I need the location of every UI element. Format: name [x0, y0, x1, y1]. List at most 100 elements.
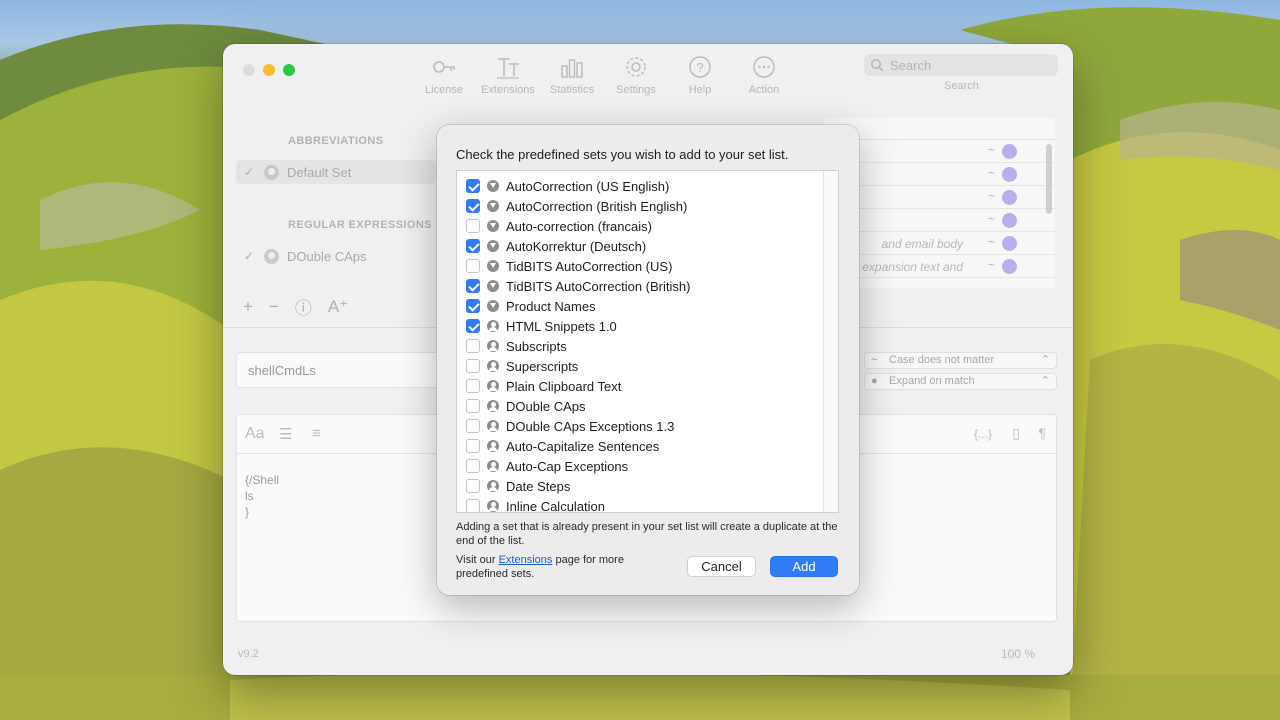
list-item[interactable]: Inline Calculation: [466, 496, 605, 512]
list-item[interactable]: AutoCorrection (US English): [466, 176, 669, 196]
list-item[interactable]: Date Steps: [466, 476, 570, 496]
set-checkbox[interactable]: [466, 339, 480, 353]
set-name: Plain Clipboard Text: [506, 378, 622, 394]
regex-icon[interactable]: A⁺: [328, 297, 348, 317]
toolbar-statistics[interactable]: Statistics: [547, 54, 597, 96]
set-name: DOuble CAps: [506, 398, 586, 414]
list-item[interactable]: Auto-Capitalize Sentences: [466, 436, 659, 456]
set-checkbox[interactable]: [466, 479, 480, 493]
add-set-button[interactable]: +: [243, 297, 253, 317]
set-checkbox[interactable]: [466, 179, 480, 193]
cancel-button[interactable]: Cancel: [687, 556, 756, 577]
toolbar-help[interactable]: ? Help: [675, 54, 725, 96]
extensions-link[interactable]: Extensions: [499, 554, 553, 566]
set-checkbox[interactable]: [466, 259, 480, 273]
close-window-button[interactable]: [243, 64, 255, 76]
set-checkbox[interactable]: [466, 419, 480, 433]
format-icon[interactable]: ☰: [279, 425, 292, 443]
add-button[interactable]: Add: [770, 556, 838, 577]
set-checkbox[interactable]: [466, 499, 480, 512]
set-checkbox[interactable]: [466, 239, 480, 253]
toolbar-extensions[interactable]: Extensions: [481, 54, 535, 96]
set-name: AutoCorrection (British English): [506, 198, 688, 214]
set-checkbox[interactable]: [466, 359, 480, 373]
list-item[interactable]: Subscripts: [466, 336, 567, 356]
download-icon: [487, 220, 499, 232]
zoom-window-button[interactable]: [283, 64, 295, 76]
set-name: Product Names: [506, 298, 596, 314]
toolbar: License Extensions Statistics Settings ?…: [419, 54, 789, 96]
gear-icon: [626, 57, 646, 77]
set-checkbox[interactable]: [466, 399, 480, 413]
list-scrollbar-track[interactable]: [823, 171, 838, 512]
person-icon: [264, 248, 279, 264]
list-item[interactable]: Product Names: [466, 296, 596, 316]
download-icon: [487, 240, 499, 252]
expansion-badge-icon: [1002, 213, 1017, 228]
updown-chevron-icon: ⌃: [1040, 375, 1050, 387]
list-item[interactable]: Superscripts: [466, 356, 578, 376]
set-name: Auto-Cap Exceptions: [506, 458, 629, 474]
info-icon[interactable]: ⓘ: [295, 294, 312, 319]
list-item[interactable]: TidBITS AutoCorrection (British): [466, 276, 690, 296]
person-icon: [487, 340, 499, 352]
list-item[interactable]: DOuble CAps Exceptions 1.3: [466, 416, 674, 436]
align-icon[interactable]: ≡: [312, 425, 321, 442]
set-checkbox[interactable]: [466, 299, 480, 313]
font-icon[interactable]: Aa: [245, 425, 265, 443]
search-input[interactable]: Search: [864, 54, 1058, 76]
list-item[interactable]: Auto-correction (francais): [466, 216, 652, 236]
set-checkbox[interactable]: [466, 319, 480, 333]
list-item[interactable]: TidBITS AutoCorrection (US): [466, 256, 672, 276]
set-name: Superscripts: [506, 358, 579, 374]
list-item[interactable]: DOuble CAps: [466, 396, 585, 416]
sidebar-item-double-caps[interactable]: ✓ DOuble CAps: [236, 244, 436, 268]
set-name: Auto-Capitalize Sentences: [506, 438, 660, 454]
set-name: TidBITS AutoCorrection (US): [506, 258, 673, 274]
toolbar-license[interactable]: License: [419, 54, 469, 96]
toolbar-action[interactable]: Action: [739, 54, 789, 96]
tilde-icon: ~: [987, 212, 995, 226]
toolbar-settings[interactable]: Settings: [611, 54, 661, 96]
tilde-icon: ~: [987, 258, 995, 272]
predefined-sets-list[interactable]: AutoCorrection (US English) AutoCorrectio…: [456, 170, 839, 513]
set-checkbox[interactable]: [466, 219, 480, 233]
person-icon: [487, 440, 499, 452]
tilde-icon: ~: [871, 354, 878, 366]
table-scrollbar[interactable]: [1046, 144, 1052, 214]
sidebar-item-default-set[interactable]: ✓ Default Set: [236, 160, 436, 184]
lightning-badge-icon: [1002, 190, 1017, 205]
set-checkbox[interactable]: [466, 439, 480, 453]
set-checkbox[interactable]: [466, 459, 480, 473]
extensions-icon: [497, 58, 519, 79]
set-checkbox[interactable]: [466, 279, 480, 293]
remove-set-button[interactable]: −: [269, 297, 279, 317]
set-checkbox[interactable]: [466, 199, 480, 213]
list-item[interactable]: AutoCorrection (British English): [466, 196, 687, 216]
set-checkbox[interactable]: [466, 379, 480, 393]
zoom-stepper[interactable]: 100 %: [1001, 647, 1035, 661]
abbreviations-header: ABBREVIATIONS: [288, 135, 384, 147]
abbreviation-field[interactable]: shellCmdLs: [236, 352, 441, 388]
set-name: TidBITS AutoCorrection (British): [506, 278, 691, 294]
person-icon: [487, 400, 499, 412]
minimize-window-button[interactable]: [263, 64, 275, 76]
pilcrow-icon[interactable]: ¶: [1038, 425, 1046, 441]
checkmark-icon: ✓: [244, 249, 255, 263]
list-item[interactable]: Plain Clipboard Text: [466, 376, 621, 396]
row-expansion: ne expansion text and: [845, 260, 963, 274]
list-item[interactable]: HTML Snippets 1.0: [466, 316, 617, 336]
toolbar-help-label: Help: [688, 84, 712, 96]
download-icon: [487, 260, 499, 272]
insert-field-icon[interactable]: {...}: [974, 427, 992, 441]
expand-popup[interactable]: ● Expand on match ⌃: [864, 373, 1057, 390]
list-item[interactable]: AutoKorrektur (Deutsch): [466, 236, 646, 256]
svg-text:?: ?: [696, 60, 703, 75]
case-popup[interactable]: ~ Case does not matter ⌃: [864, 352, 1057, 369]
person-icon: [487, 380, 499, 392]
list-item[interactable]: Auto-Cap Exceptions: [466, 456, 628, 476]
document-icon[interactable]: ▯: [1012, 425, 1020, 442]
case-popup-label: Case does not matter: [889, 354, 995, 366]
toolbar-license-label: License: [425, 84, 463, 96]
person-icon: [487, 480, 499, 492]
